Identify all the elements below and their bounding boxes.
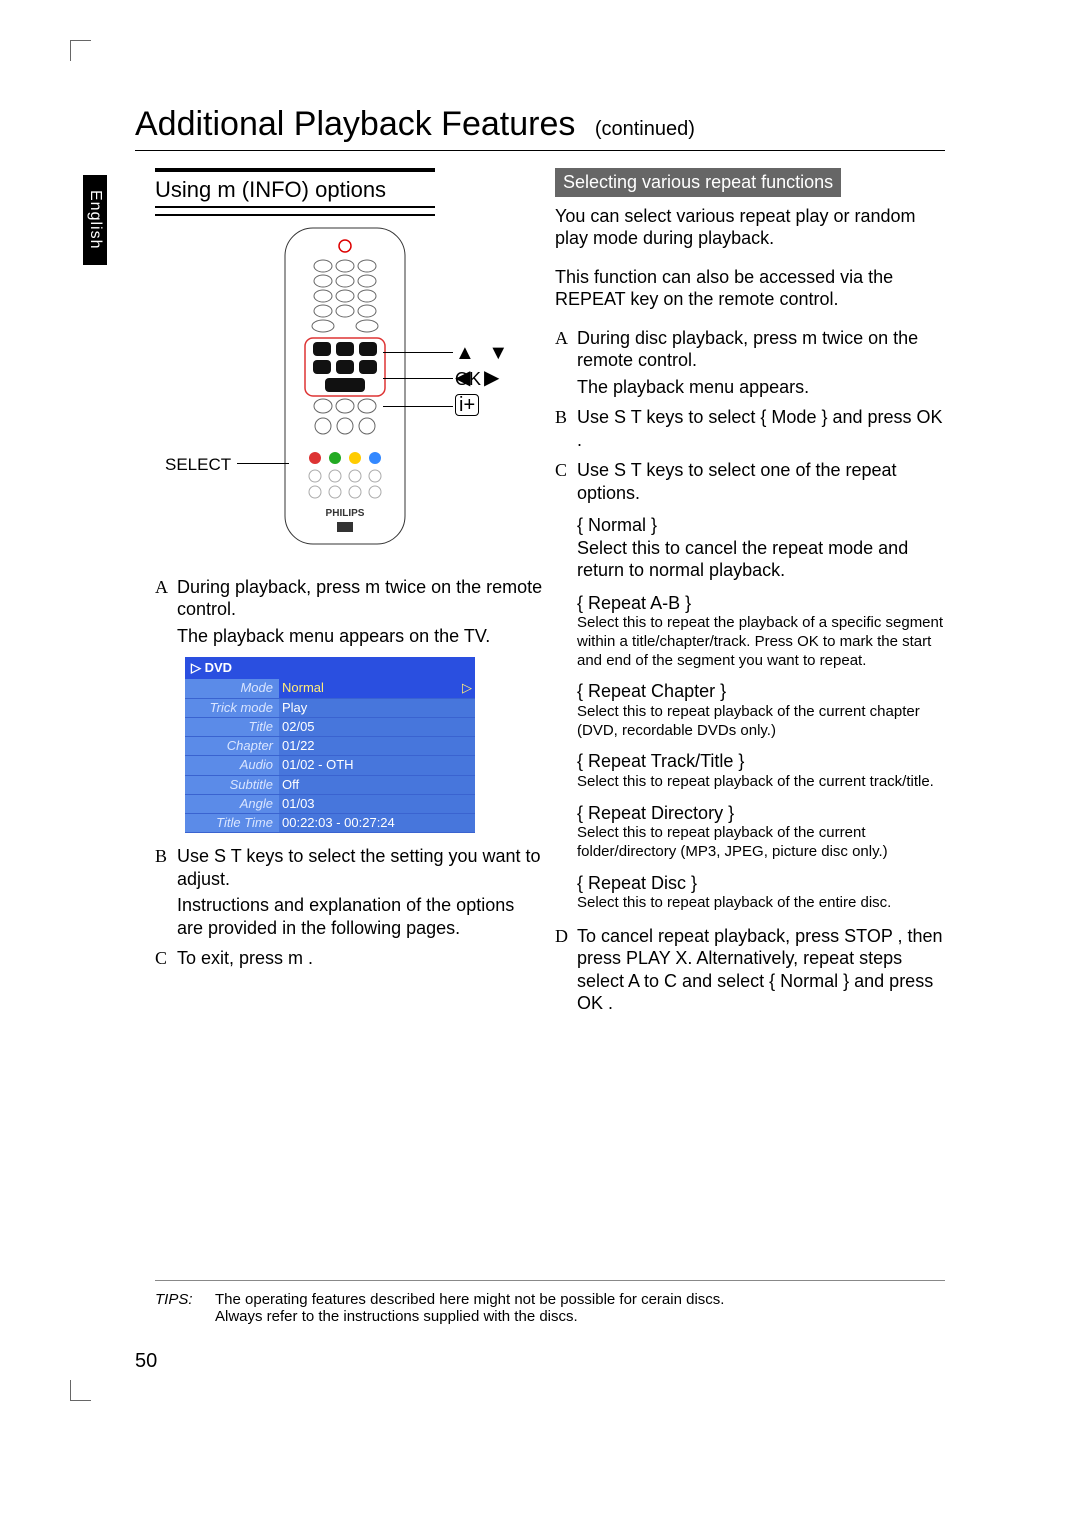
step-b-result: Instructions and explanation of the opti… (177, 894, 545, 939)
tips-footer: TIPS: The operating features described h… (155, 1280, 945, 1325)
page-title-row: Additional Playback Features (continued) (135, 105, 945, 144)
osd-label: Trick mode (185, 698, 279, 717)
option-desc: Select this to repeat the playback of a … (577, 614, 945, 670)
osd-value: 02/05 (279, 717, 475, 736)
tips-line: The operating features described here mi… (215, 1291, 945, 1308)
tips-line: Always refer to the instructions supplie… (215, 1308, 945, 1325)
leader-line (237, 463, 289, 464)
tips-label: TIPS: (155, 1291, 215, 1325)
intro-para-1: You can select various repeat play or ra… (555, 205, 945, 250)
right-column: Selecting various repeat functions You c… (555, 168, 945, 1019)
ok-label: OK (455, 368, 481, 391)
osd-label: Subtitle (185, 775, 279, 794)
step-text: To exit, press m . (177, 947, 545, 970)
section-heading: Using m (INFO) options (155, 176, 435, 204)
step-letter: D (555, 925, 577, 1015)
option-name: { Repeat Disc } (577, 872, 945, 895)
osd-value: Normal▷ (279, 679, 475, 698)
option-name: { Repeat Chapter } (577, 680, 945, 703)
info-icon-label: i+ (455, 394, 479, 416)
step-c: C Use S T keys to select one of the repe… (555, 459, 945, 504)
step-b: B Use S T keys to select { Mode } and pr… (555, 406, 945, 451)
option-name: { Repeat Track/Title } (577, 750, 945, 773)
osd-title: DVD (205, 660, 232, 675)
repeat-options: { Normal } Select this to cancel the rep… (577, 514, 945, 913)
step-text: Use S T keys to select the setting you w… (177, 845, 545, 890)
step-letter: A (555, 327, 577, 372)
step-a: A During playback, press m twice on the … (155, 576, 545, 621)
leader-line (383, 378, 453, 379)
leader-line (383, 406, 453, 407)
option-desc: Select this to repeat playback of the cu… (577, 703, 945, 741)
left-column: Using m (INFO) options (155, 168, 545, 974)
osd-value: Off (279, 775, 475, 794)
step-letter: C (555, 459, 577, 504)
crop-mark-tl (70, 40, 91, 61)
grey-subheading: Selecting various repeat functions (555, 168, 841, 197)
osd-menu: ▷ DVD ModeNormal▷ Trick modePlay Title02… (185, 657, 475, 833)
option-desc: Select this to repeat playback of the cu… (577, 824, 945, 862)
step-letter: B (155, 845, 177, 890)
step-text: During playback, press m twice on the re… (177, 576, 545, 621)
remote-svg: PHILIPS (275, 226, 415, 546)
intro-para-2: This function can also be accessed via t… (555, 266, 945, 311)
osd-value: 00:22:03 - 00:27:24 (279, 814, 475, 833)
select-label: SELECT (165, 454, 231, 475)
osd-label: Title Time (185, 814, 279, 833)
step-c: C To exit, press m . (155, 947, 545, 970)
section-heading-underline (155, 214, 435, 216)
page-number: 50 (135, 1350, 157, 1373)
step-text: Use S T keys to select { Mode } and pres… (577, 406, 945, 451)
leader-line (383, 352, 453, 353)
osd-label: Angle (185, 794, 279, 813)
option-desc: Select this to repeat playback of the cu… (577, 773, 945, 792)
remote-illustration: PHILIPS ▲ ▼ ◀ ▶ OK i+ SELECT (155, 226, 535, 566)
option-desc: Select this to repeat playback of the en… (577, 894, 945, 913)
step-letter: C (155, 947, 177, 970)
section-heading-wrap: Using m (INFO) options (155, 168, 435, 208)
tips-body: The operating features described here mi… (215, 1291, 945, 1325)
language-tab: English (83, 175, 107, 265)
option-name: { Repeat Directory } (577, 802, 945, 825)
crop-mark-bl (70, 1380, 91, 1401)
step-text: Use S T keys to select one of the repeat… (577, 459, 945, 504)
option-desc: Select this to cancel the repeat mode an… (577, 537, 945, 582)
osd-value: 01/02 - OTH (279, 756, 475, 775)
osd-label: Chapter (185, 737, 279, 756)
continued-label: (continued) (595, 118, 695, 141)
osd-label: Mode (185, 679, 279, 698)
osd-value: Play (279, 698, 475, 717)
step-a-result: The playback menu appears. (577, 376, 945, 399)
osd-label: Title (185, 717, 279, 736)
step-a-result: The playback menu appears on the TV. (177, 625, 545, 648)
step-d: D To cancel repeat playback, press STOP … (555, 925, 945, 1015)
osd-label: Audio (185, 756, 279, 775)
step-a: A During disc playback, press m twice on… (555, 327, 945, 372)
step-b: B Use S T keys to select the setting you… (155, 845, 545, 890)
osd-value: 01/03 (279, 794, 475, 813)
option-name: { Repeat A-B } (577, 592, 945, 615)
step-text: To cancel repeat playback, press STOP , … (577, 925, 945, 1015)
option-name: { Normal } (577, 514, 945, 537)
osd-value: 01/22 (279, 737, 475, 756)
osd-title-prefix: ▷ (191, 660, 201, 675)
title-rule (135, 150, 945, 151)
step-letter: A (155, 576, 177, 621)
step-letter: B (555, 406, 577, 451)
page-title: Additional Playback Features (135, 105, 575, 144)
svg-text:PHILIPS: PHILIPS (326, 508, 365, 519)
step-text: During disc playback, press m twice on t… (577, 327, 945, 372)
